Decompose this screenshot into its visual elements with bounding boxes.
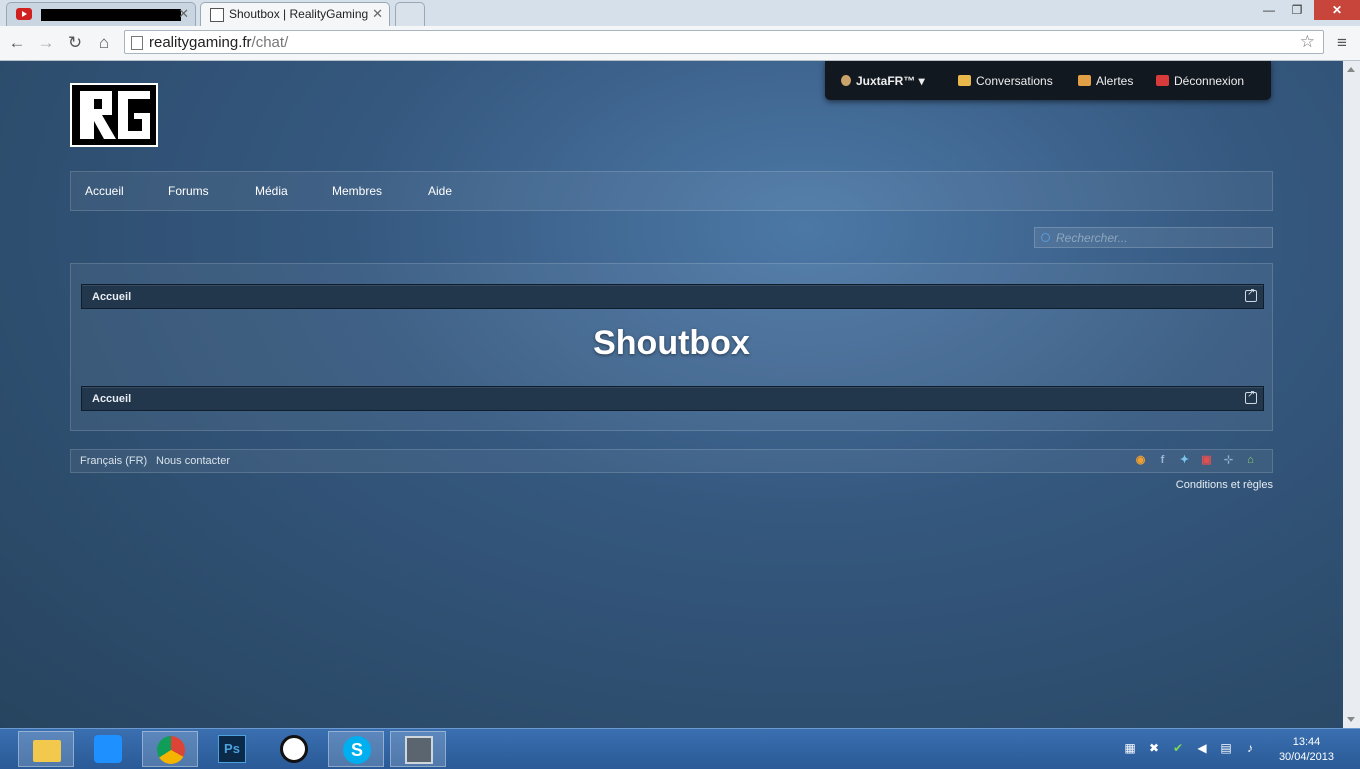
page-title: Shoutbox — [593, 324, 750, 362]
reload-icon[interactable]: ↻ — [65, 33, 85, 53]
app-icon — [280, 735, 308, 763]
url-path: /chat/ — [251, 34, 289, 51]
search-input[interactable]: Rechercher... — [1034, 227, 1273, 248]
close-window-button[interactable]: ✕ — [1314, 0, 1360, 20]
forward-icon[interactable]: → — [36, 33, 56, 53]
chrome-icon — [157, 736, 185, 764]
monitor-icon — [405, 736, 433, 764]
clock-time: 13:44 — [1292, 736, 1321, 748]
tray-network-icon[interactable]: ▤ — [1219, 741, 1233, 755]
bookmark-star-icon[interactable]: ☆ — [1300, 32, 1315, 52]
scroll-down-icon[interactable] — [1347, 717, 1355, 722]
url-text: realitygaming.fr/chat/ — [149, 34, 288, 51]
taskbar-monitor[interactable] — [390, 731, 446, 767]
logout-icon — [1156, 75, 1169, 86]
alert-icon — [1078, 75, 1091, 86]
close-tab-icon[interactable]: ✕ — [178, 6, 189, 22]
rss-icon[interactable]: ◉ — [1134, 454, 1147, 467]
maximize-button[interactable]: ❐ — [1284, 0, 1310, 20]
facebook-icon[interactable]: f — [1156, 454, 1169, 467]
home-icon[interactable]: ⌂ — [94, 33, 114, 53]
realitygaming-logo[interactable] — [70, 83, 158, 147]
media-player-icon — [94, 735, 122, 763]
breadcrumb-home[interactable]: Accueil — [92, 393, 131, 405]
tray-volume-icon[interactable]: ♪ — [1243, 741, 1257, 755]
conversations-link[interactable]: Conversations — [958, 74, 1053, 88]
minimize-button[interactable]: — — [1256, 0, 1282, 20]
browser-tab-youtube[interactable]: ✕ — [6, 2, 196, 26]
tray-security-icon[interactable]: ✔ — [1171, 741, 1185, 755]
taskbar-chrome[interactable] — [142, 731, 198, 767]
logout-label: Déconnexion — [1174, 74, 1245, 88]
nav-media[interactable]: Média — [255, 184, 288, 198]
language-chooser[interactable]: Français (FR) — [80, 455, 147, 467]
realitygaming-icon — [210, 8, 224, 22]
alerts-link[interactable]: Alertes — [1078, 74, 1133, 88]
search-placeholder: Rechercher... — [1056, 231, 1128, 245]
url-host: realitygaming.fr — [149, 34, 252, 51]
new-tab-button[interactable] — [395, 2, 425, 26]
tab-title: Shoutbox | RealityGaming — [229, 7, 369, 21]
youtube-icon[interactable]: ▣ — [1200, 454, 1213, 467]
user-avatar-icon — [841, 75, 851, 86]
redacted-tab-title — [41, 9, 181, 21]
alerts-label: Alertes — [1096, 74, 1134, 88]
username: JuxtaFR™ — [856, 74, 916, 88]
search-icon — [1041, 233, 1050, 242]
sitemap-icon[interactable]: ⊹ — [1222, 454, 1235, 467]
home-icon[interactable]: ⌂ — [1244, 454, 1257, 467]
social-icons: ◉ f ✦ ▣ ⊹ ⌂ — [1134, 454, 1264, 468]
browser-tabstrip: ✕ Shoutbox | RealityGaming ✕ — ❐ ✕ — [0, 0, 1360, 26]
clock-date: 30/04/2013 — [1278, 751, 1334, 763]
tray-app-icon[interactable]: ▦ — [1123, 741, 1137, 755]
contact-link[interactable]: Nous contacter — [156, 455, 230, 467]
taskbar: Ps S ▦ ✖ ✔ ◀ ▤ ♪ 13:44 30/04/2013 — [0, 728, 1360, 769]
footer-bar: Français (FR) Nous contacter ◉ f ✦ ▣ ⊹ ⌂ — [70, 449, 1273, 473]
twitter-icon[interactable]: ✦ — [1178, 454, 1191, 467]
user-bar: JuxtaFR™ ▾ Conversations Alertes Déconne… — [825, 61, 1271, 100]
scroll-up-icon[interactable] — [1347, 67, 1355, 72]
nav-membres[interactable]: Membres — [332, 184, 382, 198]
nav-forums[interactable]: Forums — [168, 184, 209, 198]
address-bar[interactable]: realitygaming.fr/chat/ ☆ — [124, 30, 1324, 54]
breadcrumb-bottom: Accueil — [81, 386, 1264, 411]
conversations-label: Conversations — [976, 74, 1053, 88]
taskbar-skype[interactable]: S — [328, 731, 384, 767]
taskbar-photoshop[interactable]: Ps — [204, 731, 260, 767]
nav-accueil[interactable]: Accueil — [85, 184, 124, 198]
terms-link[interactable]: Conditions et règles — [1176, 479, 1273, 491]
photoshop-icon: Ps — [218, 735, 246, 763]
browser-toolbar: ← → ↻ ⌂ realitygaming.fr/chat/ ☆ ≡ — [0, 26, 1360, 61]
skype-icon: S — [343, 736, 371, 764]
jump-icon[interactable] — [1245, 389, 1257, 404]
file-explorer-icon — [33, 740, 61, 762]
main-nav: Accueil Forums Média Membres Aide — [70, 171, 1273, 211]
nav-aide[interactable]: Aide — [428, 184, 452, 198]
envelope-icon — [958, 75, 971, 86]
taskbar-media-player[interactable] — [80, 731, 136, 767]
logout-link[interactable]: Déconnexion — [1156, 74, 1244, 88]
youtube-icon — [16, 8, 32, 20]
tray-speaker-icon[interactable]: ◀ — [1195, 741, 1209, 755]
browser-tab-shoutbox[interactable]: Shoutbox | RealityGaming ✕ — [200, 2, 390, 26]
page-scrollbar[interactable] — [1343, 61, 1360, 728]
taskbar-app[interactable] — [266, 731, 322, 767]
taskbar-file-explorer[interactable] — [18, 731, 74, 767]
jump-icon[interactable] — [1245, 287, 1257, 302]
user-menu[interactable]: JuxtaFR™ ▾ — [841, 74, 925, 88]
breadcrumb-home[interactable]: Accueil — [92, 291, 131, 303]
back-icon[interactable]: ← — [7, 33, 27, 53]
clock[interactable]: 13:44 30/04/2013 — [1279, 735, 1334, 765]
menu-icon[interactable]: ≡ — [1332, 33, 1352, 53]
main-panel: Accueil Shoutbox Accueil — [70, 263, 1273, 431]
breadcrumb: Accueil — [81, 284, 1264, 309]
page-icon — [131, 36, 143, 50]
page-content: JuxtaFR™ ▾ Conversations Alertes Déconne… — [0, 61, 1343, 728]
close-tab-icon[interactable]: ✕ — [372, 6, 383, 22]
tray-network-error-icon[interactable]: ✖ — [1147, 741, 1161, 755]
